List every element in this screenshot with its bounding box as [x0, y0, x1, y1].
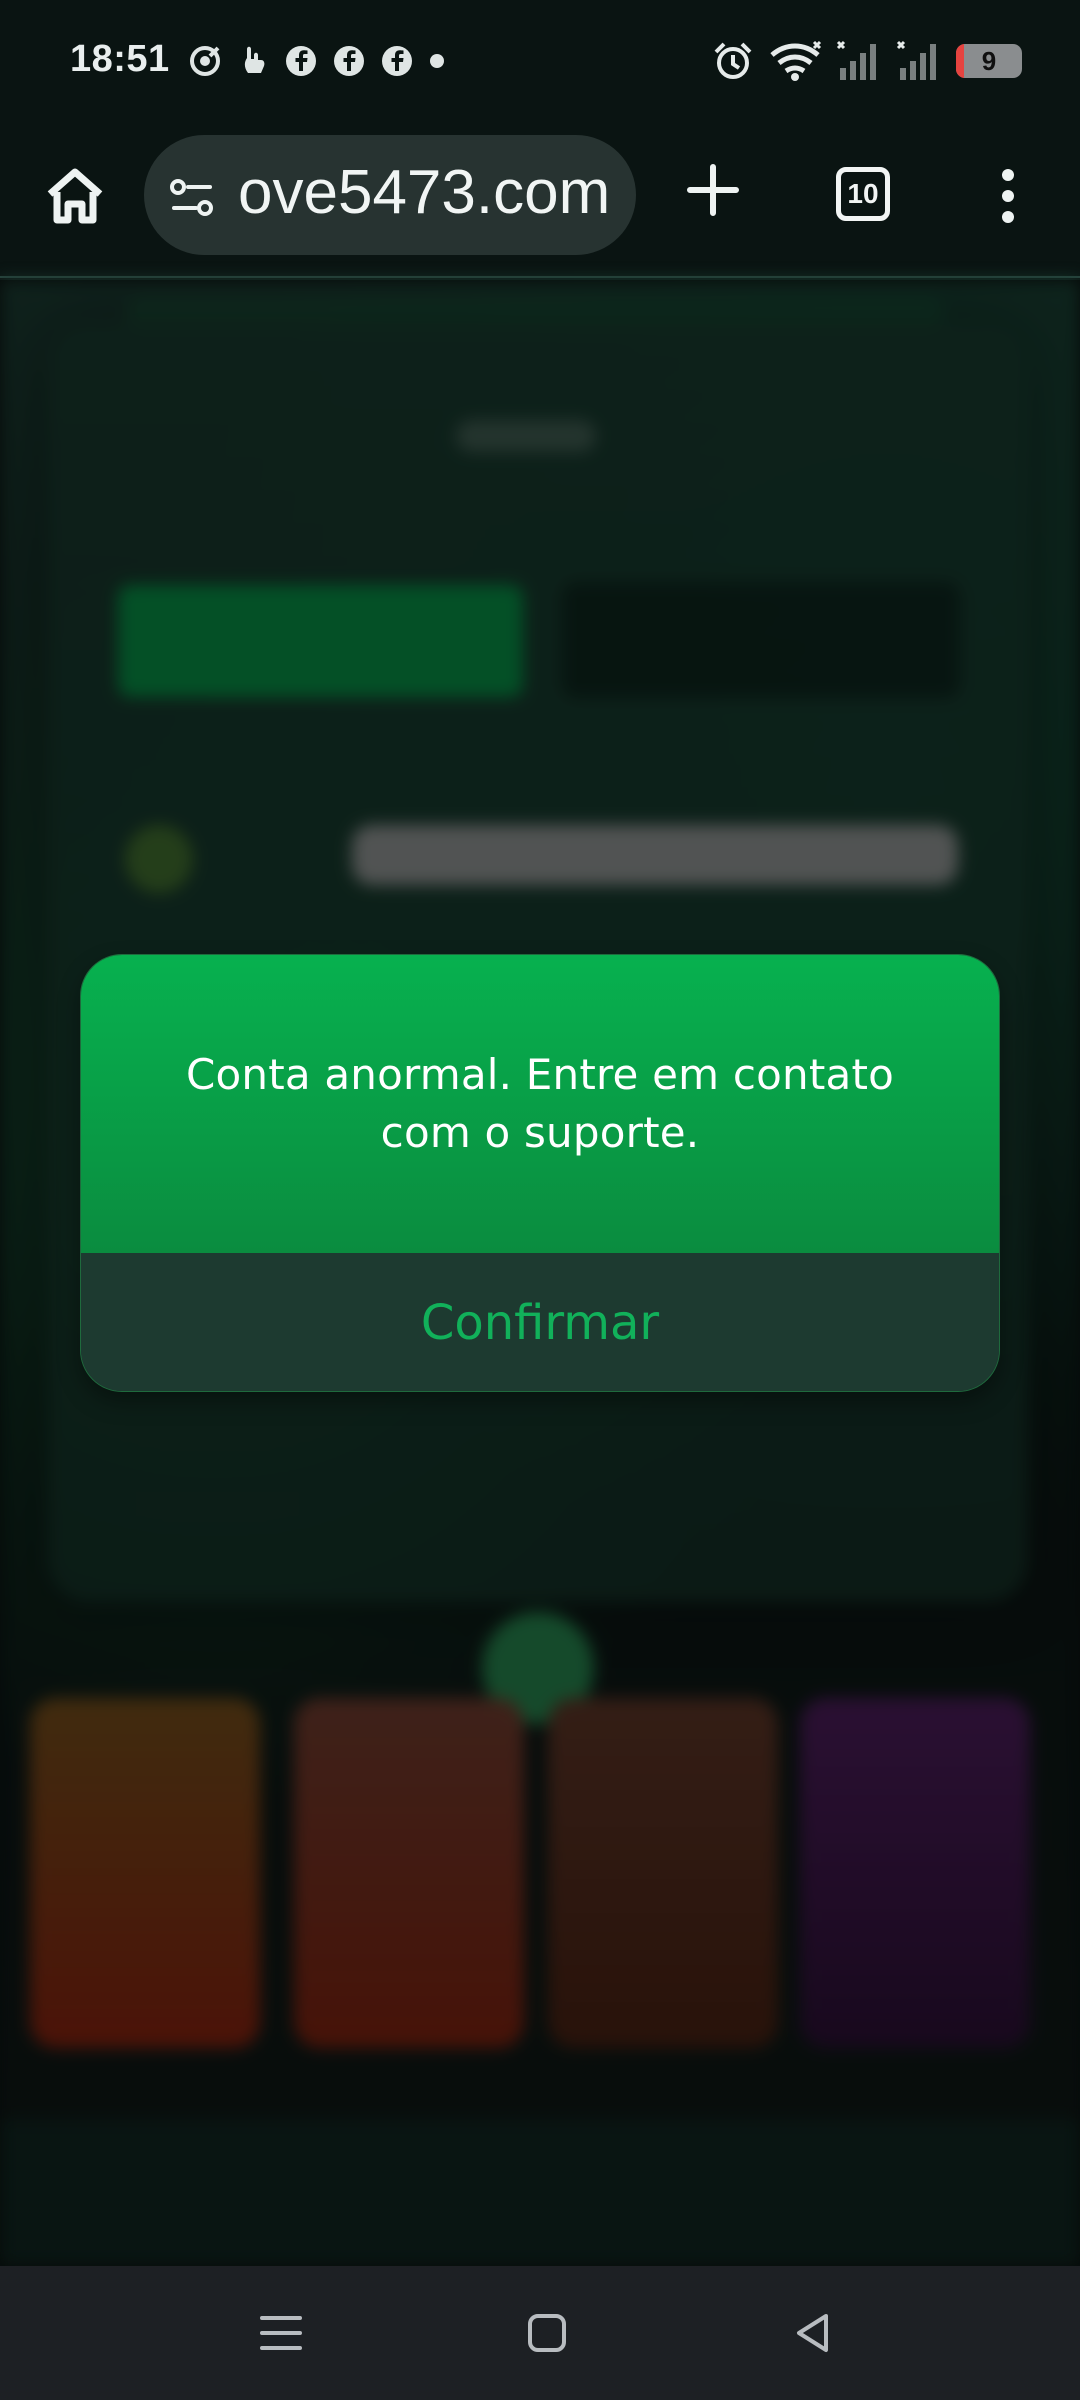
notification-icons: [188, 44, 446, 78]
tabs-count-button[interactable]: 10: [836, 167, 890, 221]
wifi-icon: [770, 40, 822, 81]
home-nav-icon[interactable]: [520, 2308, 574, 2358]
recent-apps-icon[interactable]: [254, 2308, 308, 2358]
status-time: 18:51: [70, 38, 170, 80]
target-icon: [190, 46, 220, 76]
browser-toolbar: ove5473.com 10: [0, 125, 1080, 278]
dialog-message-area: Conta anormal. Entre em contato com o su…: [81, 955, 999, 1253]
address-bar[interactable]: ove5473.com: [144, 135, 636, 255]
site-settings-icon[interactable]: [168, 177, 216, 219]
alarm-icon: [714, 42, 752, 79]
signal-icon: [836, 40, 876, 80]
facebook-icon: [382, 46, 412, 76]
dot-icon: [430, 54, 444, 68]
battery-icon: 9: [956, 44, 1022, 78]
url-text[interactable]: ove5473.com: [238, 157, 610, 228]
status-bar: 18:51 9: [0, 0, 1080, 125]
system-status-icons: 9: [712, 40, 1022, 82]
signal-icon: [896, 40, 936, 80]
system-navigation-bar: [0, 2266, 1080, 2400]
new-tab-icon[interactable]: [684, 161, 742, 219]
account-alert-dialog: Conta anormal. Entre em contato com o su…: [80, 954, 1000, 1392]
back-icon[interactable]: [786, 2308, 840, 2358]
dialog-message: Conta anormal. Entre em contato com o su…: [185, 1050, 895, 1157]
hand-icon: [244, 46, 265, 73]
facebook-icon: [286, 46, 316, 76]
confirm-button[interactable]: Confirmar: [81, 1253, 999, 1391]
more-menu-icon[interactable]: [990, 167, 1026, 225]
home-icon[interactable]: [40, 162, 110, 232]
facebook-icon: [334, 46, 364, 76]
